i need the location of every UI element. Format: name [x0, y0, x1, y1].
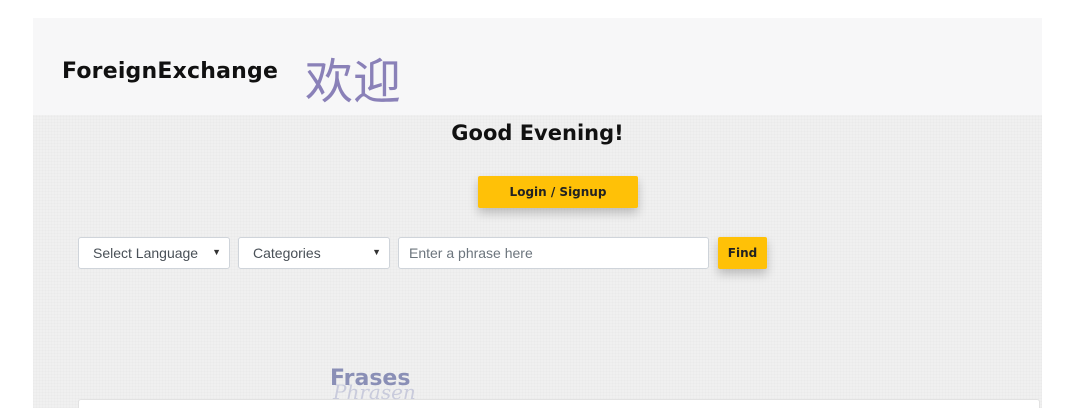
greeting-heading: Good Evening!	[451, 121, 624, 145]
phrases-card	[78, 399, 1040, 408]
section-title: Frases	[330, 366, 411, 391]
login-signup-button[interactable]: Login / Signup	[478, 176, 638, 208]
language-select[interactable]: Select Language ▼	[78, 237, 230, 269]
welcome-word: 欢迎	[305, 54, 402, 110]
language-select-value: Select Language	[93, 245, 199, 261]
header: ForeignExchange 欢迎	[33, 18, 1042, 115]
find-button[interactable]: Find	[718, 237, 767, 269]
phrase-search-input[interactable]	[398, 237, 709, 269]
main-content: Good Evening! Login / Signup Select Lang…	[33, 115, 1042, 408]
brand-logo[interactable]: ForeignExchange	[62, 59, 278, 84]
dropdown-caret-icon: ▼	[372, 247, 381, 257]
dropdown-caret-icon: ▼	[212, 247, 221, 257]
app-window: ForeignExchange 欢迎 Good Evening! Login /…	[33, 18, 1042, 408]
category-select[interactable]: Categories ▼	[238, 237, 390, 269]
category-select-value: Categories	[253, 245, 321, 261]
